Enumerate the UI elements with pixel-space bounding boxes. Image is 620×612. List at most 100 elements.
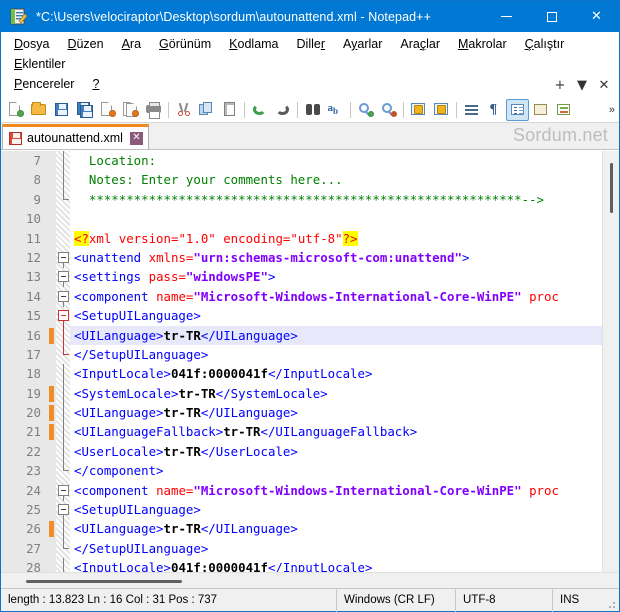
fold-cell[interactable] [56, 441, 70, 462]
close-all-files-icon[interactable] [119, 99, 142, 121]
fold-cell[interactable] [56, 403, 70, 423]
tab-close-icon[interactable]: ✕ [129, 131, 143, 145]
open-file-icon[interactable] [27, 99, 50, 121]
vertical-scrollbar[interactable] [602, 151, 619, 572]
resize-grip-icon[interactable] [605, 589, 619, 612]
fold-cell[interactable] [56, 170, 70, 190]
fold-cell[interactable] [56, 558, 70, 572]
menu-eklentiler[interactable]: Eklentiler [5, 55, 74, 75]
code-line[interactable]: <UILanguage>tr-TR</UILanguage> [74, 519, 602, 538]
fold-cell[interactable] [56, 287, 70, 307]
fold-cell[interactable] [56, 306, 70, 327]
code-line[interactable]: <component name="Microsoft-Windows-Inter… [74, 481, 602, 500]
cut-icon[interactable] [172, 99, 195, 121]
print-icon[interactable] [142, 99, 165, 121]
fold-cell[interactable] [56, 481, 70, 501]
paste-icon[interactable] [218, 99, 241, 121]
fold-cell[interactable] [56, 500, 70, 521]
code-line[interactable]: <SystemLocale>tr-TR</SystemLocale> [74, 384, 602, 403]
code-line[interactable]: <component name="Microsoft-Windows-Inter… [74, 287, 602, 306]
fold-cell[interactable] [56, 344, 70, 364]
fold-cell[interactable] [56, 248, 70, 268]
menu-gorunum[interactable]: Görünüm [150, 35, 220, 55]
new-tab-plus-icon[interactable]: + [549, 76, 571, 94]
code-line[interactable]: <SetupUILanguage> [74, 306, 602, 325]
code-line[interactable]: <UserLocale>tr-TR</UserLocale> [74, 442, 602, 461]
macro-record-icon[interactable] [529, 99, 552, 121]
fold-cell[interactable] [56, 538, 70, 558]
menu-pencereler[interactable]: Pencereler [5, 75, 83, 95]
tab-autounattend-xml[interactable]: autounattend.xml ✕ [2, 124, 149, 149]
status-eol-format[interactable]: Windows (CR LF) [337, 589, 455, 612]
code-line[interactable]: <settings pass="windowsPE"> [74, 267, 602, 286]
fold-cell[interactable] [56, 364, 70, 384]
close-tab-x-icon[interactable]: ✕ [593, 76, 615, 94]
menu-diller[interactable]: Diller [288, 35, 334, 55]
show-all-characters-icon[interactable]: ¶ [483, 99, 506, 121]
fold-cell[interactable] [56, 325, 70, 345]
text-editor[interactable]: 7 8 9 10 11 12 13 14 15 16 17 18 19 20 21 22 23 24 25 26 27 2… [1, 151, 602, 572]
horizontal-scrollbar-thumb[interactable] [26, 580, 182, 583]
code-line[interactable]: </SetupUILanguage> [74, 345, 602, 364]
fold-cell[interactable] [56, 189, 70, 209]
code-content[interactable]: Location: Notes: Enter your comments her… [70, 151, 602, 572]
menu-ara[interactable]: Ara [113, 35, 150, 55]
find-icon[interactable] [301, 99, 324, 121]
undo-icon[interactable] [248, 99, 271, 121]
sync-horizontal-scrolling-icon[interactable] [430, 99, 453, 121]
code-line[interactable]: Notes: Enter your comments here... [74, 170, 602, 189]
menu-calistir[interactable]: Çalıştır [516, 35, 574, 55]
fold-cell[interactable] [56, 151, 70, 171]
copy-icon[interactable] [195, 99, 218, 121]
status-insert-mode[interactable]: INS [553, 589, 605, 612]
document-map-icon[interactable] [552, 99, 575, 121]
code-line[interactable]: <?xml version="1.0" encoding="utf-8"?> [74, 229, 602, 248]
fold-cell[interactable] [56, 383, 70, 404]
fold-cell[interactable] [56, 209, 70, 228]
word-wrap-icon[interactable] [460, 99, 483, 121]
fold-cell[interactable] [56, 267, 70, 288]
close-button[interactable]: ✕ [574, 1, 619, 32]
redo-icon[interactable] [271, 99, 294, 121]
zoom-out-icon[interactable] [377, 99, 400, 121]
fold-cell[interactable] [56, 229, 70, 248]
menu-duzen[interactable]: Düzen [58, 35, 112, 55]
status-encoding[interactable]: UTF-8 [456, 589, 552, 612]
replace-icon[interactable]: ab [324, 99, 347, 121]
code-line[interactable]: <SetupUILanguage> [74, 500, 602, 519]
close-file-icon[interactable] [96, 99, 119, 121]
fold-cell[interactable] [56, 422, 70, 442]
code-line[interactable]: </component> [74, 461, 602, 480]
sync-vertical-scrolling-icon[interactable] [407, 99, 430, 121]
code-line[interactable] [74, 209, 602, 228]
menu-dosya[interactable]: Dosya [5, 35, 58, 55]
indent-guide-icon[interactable] [506, 98, 529, 121]
new-file-icon[interactable] [4, 99, 27, 121]
code-line[interactable]: ****************************************… [74, 190, 602, 209]
tab-list-chevron-down-icon[interactable]: ▼ [571, 76, 593, 94]
maximize-button[interactable] [529, 1, 574, 32]
code-line[interactable]: <UILanguage>tr-TR</UILanguage> [70, 325, 602, 346]
menu-ayarlar[interactable]: Ayarlar [334, 35, 391, 55]
code-line[interactable]: </SetupUILanguage> [74, 539, 602, 558]
save-all-icon[interactable] [73, 99, 96, 121]
code-line[interactable]: <UILanguage>tr-TR</UILanguage> [74, 403, 602, 422]
fold-cell[interactable] [56, 461, 70, 480]
vertical-scrollbar-thumb[interactable] [610, 163, 613, 213]
horizontal-scrollbar[interactable] [1, 572, 619, 588]
code-line[interactable]: <InputLocale>041f:0000041f</InputLocale> [74, 364, 602, 383]
toolbar-overflow-icon[interactable]: » [609, 104, 615, 116]
menu-help[interactable]: ? [83, 75, 108, 95]
menu-araclar[interactable]: Araçlar [391, 35, 449, 55]
fold-cell[interactable] [56, 519, 70, 539]
code-line[interactable]: <InputLocale>041f:0000041f</InputLocale> [74, 558, 602, 572]
fold-margin[interactable] [56, 151, 70, 572]
menu-makrolar[interactable]: Makrolar [449, 35, 516, 55]
code-line[interactable]: <UILanguageFallback>tr-TR</UILanguageFal… [74, 422, 602, 441]
zoom-in-icon[interactable] [354, 99, 377, 121]
code-line[interactable]: Location: [74, 151, 602, 170]
menu-kodlama[interactable]: Kodlama [220, 35, 287, 55]
minimize-button[interactable] [484, 1, 529, 32]
save-icon[interactable] [50, 99, 73, 121]
code-line[interactable]: <unattend xmlns="urn:schemas-microsoft-c… [74, 248, 602, 267]
